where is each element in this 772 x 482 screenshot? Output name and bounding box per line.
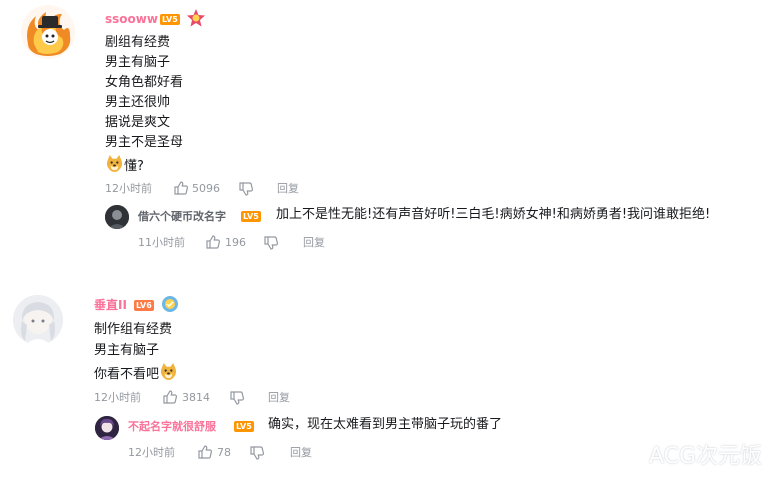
thumbs-up-icon[interactable] (197, 444, 213, 464)
comment-time: 12小时前 (94, 391, 141, 404)
reply-text: 确实，现在太难看到男主带脑子玩的番了 (268, 417, 503, 432)
comment-line: 据说是爽文 (105, 115, 171, 130)
reply-button[interactable]: 回复 (290, 446, 312, 460)
like-count: 3814 (182, 391, 210, 404)
reply-username[interactable]: 不起名字就很舒服 (128, 420, 216, 434)
reply-avatar[interactable] (95, 416, 119, 440)
comment-time: 12小时前 (105, 182, 152, 195)
username[interactable]: 垂直II (94, 298, 127, 312)
doge-emoji-icon (105, 154, 124, 179)
reply-button[interactable]: 回复 (268, 391, 290, 405)
comment-line: 女角色都好看 (105, 75, 184, 90)
comment-line: 男主有脑子 (105, 55, 171, 70)
comment-line: 你看不看吧 (94, 367, 160, 382)
comment-line: 懂? (124, 159, 144, 174)
fan-medal-icon (161, 295, 179, 317)
user-avatar[interactable] (20, 4, 76, 60)
like-count: 5096 (192, 182, 220, 195)
thumbs-up-icon[interactable] (205, 234, 221, 254)
level-badge: LV5 (241, 211, 261, 222)
username[interactable]: ssooww (105, 12, 158, 26)
reply-button[interactable]: 回复 (303, 236, 325, 250)
user-avatar[interactable] (13, 295, 63, 345)
level-badge: LV6 (134, 300, 154, 311)
thumbs-up-icon[interactable] (173, 180, 189, 200)
thumbs-up-icon[interactable] (162, 389, 178, 409)
like-count: 196 (225, 236, 246, 249)
thumbs-down-icon[interactable] (249, 445, 265, 465)
reply-avatar[interactable] (105, 205, 129, 229)
comment-line: 制作组有经费 (94, 322, 173, 337)
comment-line: 男主还很帅 (105, 95, 171, 110)
thumbs-down-icon[interactable] (263, 235, 279, 255)
reply-time: 12小时前 (128, 446, 175, 459)
comment-line: 男主不是圣母 (105, 135, 184, 150)
like-count: 78 (217, 446, 231, 459)
comment-last-line: 你看不看吧 (94, 362, 178, 387)
level-badge: LV5 (234, 421, 254, 432)
watermark: ACG次元饭 (648, 444, 762, 469)
thumbs-down-icon[interactable] (238, 181, 254, 201)
level-badge: LV5 (160, 14, 180, 25)
comment-last-line: 懂? (105, 154, 144, 179)
fan-medal-icon (186, 8, 206, 32)
reply-text: 加上不是性无能!还有声音好听!三白毛!病娇女神!和病娇勇者!我问谁敢拒绝! (276, 207, 711, 222)
comment-line: 剧组有经费 (105, 35, 171, 50)
reply-username[interactable]: 借六个硬币改名字 (138, 210, 226, 224)
reply-button[interactable]: 回复 (277, 182, 299, 196)
doge-emoji-icon (159, 362, 178, 387)
reply-time: 11小时前 (138, 236, 185, 249)
thumbs-down-icon[interactable] (229, 390, 245, 410)
comment-line: 男主有脑子 (94, 343, 160, 358)
